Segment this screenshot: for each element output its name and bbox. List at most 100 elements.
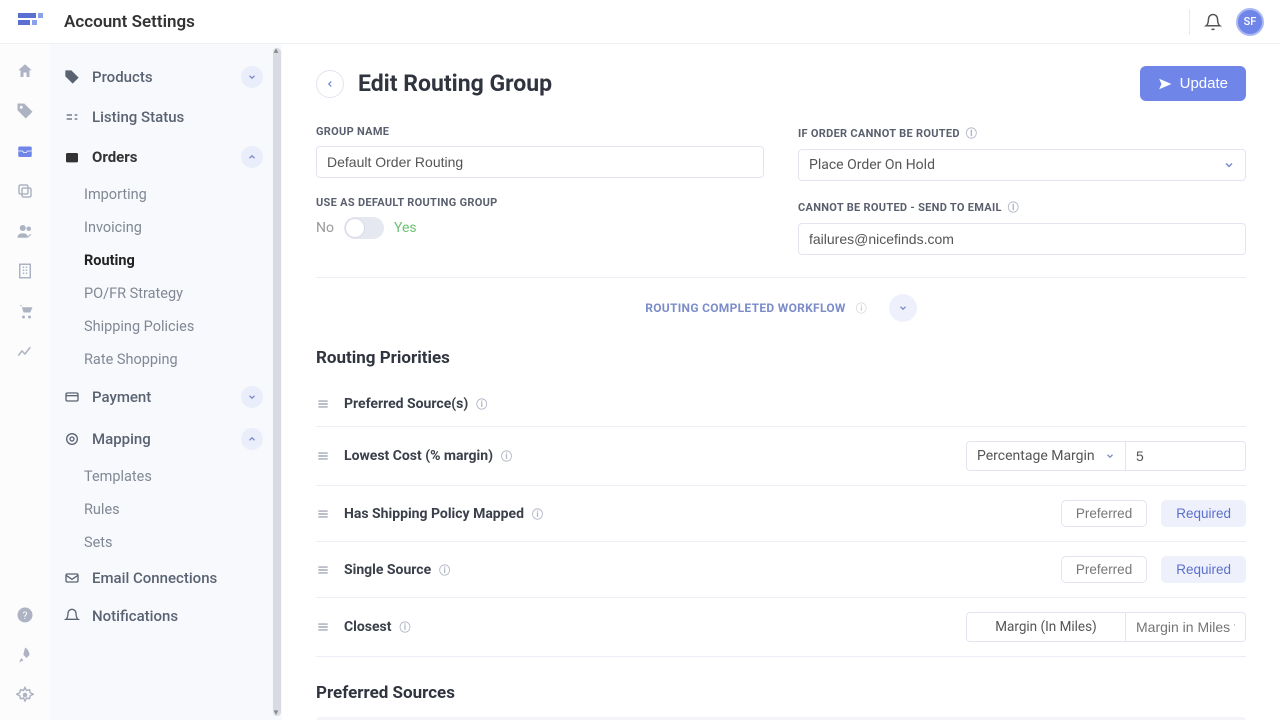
help-icon[interactable]: ⓘ bbox=[856, 300, 867, 316]
bell-icon bbox=[64, 608, 80, 624]
grip-icon[interactable] bbox=[316, 563, 330, 577]
icon-rail: ? bbox=[0, 44, 50, 720]
inbox-icon[interactable] bbox=[16, 142, 34, 160]
sidebar-sub-shipping-policies[interactable]: Shipping Policies bbox=[50, 310, 281, 343]
scrollbar-up-icon[interactable]: ▴ bbox=[271, 46, 281, 56]
help-icon[interactable]: ⓘ bbox=[439, 562, 450, 578]
cost-margin-type-select[interactable]: Percentage Margin bbox=[966, 441, 1126, 471]
chevron-up-icon bbox=[241, 428, 263, 450]
workflow-expand-button[interactable] bbox=[889, 294, 917, 322]
copy-icon[interactable] bbox=[16, 182, 34, 200]
sidebar-item-email-connections[interactable]: Email Connections bbox=[50, 559, 281, 597]
inbox-icon bbox=[64, 149, 80, 165]
sidebar-group-orders[interactable]: Orders bbox=[50, 136, 281, 178]
default-group-toggle[interactable] bbox=[344, 217, 384, 239]
select-value: Place Order On Hold bbox=[809, 157, 935, 173]
routing-priorities-heading: Routing Priorities bbox=[316, 348, 1246, 368]
priority-label: Has Shipping Policy Mapped ⓘ bbox=[344, 506, 543, 522]
notification-bell-icon[interactable] bbox=[1204, 13, 1222, 31]
workflow-section: ROUTING COMPLETED WORKFLOW ⓘ bbox=[316, 277, 1246, 338]
sidebar: ▴ ▾ Products Listing Status Orders Impor… bbox=[50, 44, 282, 720]
help-icon[interactable]: ⓘ bbox=[1008, 199, 1019, 215]
users-icon[interactable] bbox=[16, 222, 34, 240]
priority-row-lowest-cost: Lowest Cost (% margin) ⓘ Percentage Marg… bbox=[316, 427, 1246, 486]
help-icon[interactable]: ⓘ bbox=[966, 125, 977, 141]
grip-icon[interactable] bbox=[316, 620, 330, 634]
gear-icon[interactable] bbox=[16, 686, 34, 704]
group-name-label: Group Name bbox=[316, 125, 764, 138]
sidebar-sub-rules[interactable]: Rules bbox=[50, 493, 281, 526]
required-pill[interactable]: Required bbox=[1161, 500, 1246, 527]
help-icon[interactable]: ? bbox=[16, 606, 34, 624]
sidebar-sub-invoicing[interactable]: Invoicing bbox=[50, 211, 281, 244]
chevron-left-icon bbox=[325, 79, 335, 89]
page-title: Edit Routing Group bbox=[358, 70, 552, 97]
home-icon[interactable] bbox=[16, 62, 34, 80]
sidebar-group-payment[interactable]: Payment bbox=[50, 376, 281, 418]
send-icon bbox=[1158, 77, 1172, 91]
chart-icon[interactable] bbox=[16, 342, 34, 360]
sidebar-item-label: Listing Status bbox=[92, 108, 184, 126]
sidebar-group-mapping[interactable]: Mapping bbox=[50, 418, 281, 460]
email-label: Cannot Be Routed - Send to Email ⓘ bbox=[798, 199, 1246, 215]
sidebar-item-label: Notifications bbox=[92, 607, 178, 625]
tag-icon[interactable] bbox=[16, 102, 34, 120]
chevron-up-icon bbox=[241, 146, 263, 168]
back-button[interactable] bbox=[316, 70, 344, 98]
update-button-label: Update bbox=[1180, 75, 1228, 92]
sidebar-sub-rate-shopping[interactable]: Rate Shopping bbox=[50, 343, 281, 376]
priority-row-single-source: Single Source ⓘ Preferred Required bbox=[316, 542, 1246, 598]
sidebar-item-label: Email Connections bbox=[92, 569, 217, 587]
priority-row-shipping-policy: Has Shipping Policy Mapped ⓘ Preferred R… bbox=[316, 486, 1246, 542]
sidebar-item-notifications[interactable]: Notifications bbox=[50, 597, 281, 635]
sidebar-sub-pofr[interactable]: PO/FR Strategy bbox=[50, 277, 281, 310]
cart-icon[interactable] bbox=[16, 302, 34, 320]
help-icon[interactable]: ⓘ bbox=[532, 506, 543, 522]
closest-margin-input[interactable] bbox=[1126, 612, 1246, 642]
logo[interactable] bbox=[16, 11, 44, 33]
preferred-sources-heading: Preferred Sources bbox=[316, 683, 1246, 703]
group-name-input[interactable] bbox=[316, 146, 764, 178]
sidebar-group-label: Payment bbox=[92, 388, 151, 406]
avatar[interactable]: SF bbox=[1236, 8, 1264, 36]
priority-label: Lowest Cost (% margin) ⓘ bbox=[344, 448, 512, 464]
chevron-down-icon bbox=[241, 386, 263, 408]
scrollbar-down-icon[interactable]: ▾ bbox=[271, 708, 281, 718]
priority-label: Closest ⓘ bbox=[344, 619, 410, 635]
workflow-label: ROUTING COMPLETED WORKFLOW bbox=[645, 301, 846, 315]
sidebar-group-label: Mapping bbox=[92, 430, 151, 448]
priority-row-closest: Closest ⓘ Margin (In Miles) bbox=[316, 598, 1246, 657]
page-header-title: Account Settings bbox=[64, 12, 195, 32]
rocket-icon[interactable] bbox=[16, 646, 34, 664]
sidebar-group-products[interactable]: Products bbox=[50, 56, 281, 98]
email-input[interactable] bbox=[798, 223, 1246, 255]
grip-icon[interactable] bbox=[316, 507, 330, 521]
help-icon[interactable]: ⓘ bbox=[476, 396, 487, 412]
chevron-down-icon bbox=[1223, 159, 1235, 171]
grip-icon[interactable] bbox=[316, 449, 330, 463]
select-value: Percentage Margin bbox=[977, 448, 1095, 464]
update-button[interactable]: Update bbox=[1140, 66, 1246, 101]
building-icon[interactable] bbox=[16, 262, 34, 280]
card-icon bbox=[64, 389, 80, 405]
help-icon[interactable]: ⓘ bbox=[399, 619, 410, 635]
grip-icon[interactable] bbox=[316, 397, 330, 411]
sidebar-sub-importing[interactable]: Importing bbox=[50, 178, 281, 211]
use-default-label: Use as default routing group bbox=[316, 196, 764, 209]
preferred-pill[interactable]: Preferred bbox=[1061, 556, 1147, 583]
required-pill[interactable]: Required bbox=[1161, 556, 1246, 583]
toggle-no-label: No bbox=[316, 220, 334, 236]
cost-margin-value-input[interactable] bbox=[1126, 441, 1246, 471]
cannot-route-label: If Order Cannot Be Routed ⓘ bbox=[798, 125, 1246, 141]
cannot-route-select[interactable]: Place Order On Hold bbox=[798, 149, 1246, 181]
preferred-pill[interactable]: Preferred bbox=[1061, 500, 1147, 527]
sidebar-sub-sets[interactable]: Sets bbox=[50, 526, 281, 559]
sidebar-group-label: Products bbox=[92, 68, 153, 86]
priority-row-preferred-source: Preferred Source(s) ⓘ bbox=[316, 382, 1246, 427]
sidebar-group-label: Orders bbox=[92, 148, 137, 166]
sidebar-sub-routing[interactable]: Routing bbox=[50, 244, 281, 277]
help-icon[interactable]: ⓘ bbox=[501, 448, 512, 464]
sidebar-sub-templates[interactable]: Templates bbox=[50, 460, 281, 493]
chevron-down-icon bbox=[241, 66, 263, 88]
sidebar-item-listing-status[interactable]: Listing Status bbox=[50, 98, 281, 136]
